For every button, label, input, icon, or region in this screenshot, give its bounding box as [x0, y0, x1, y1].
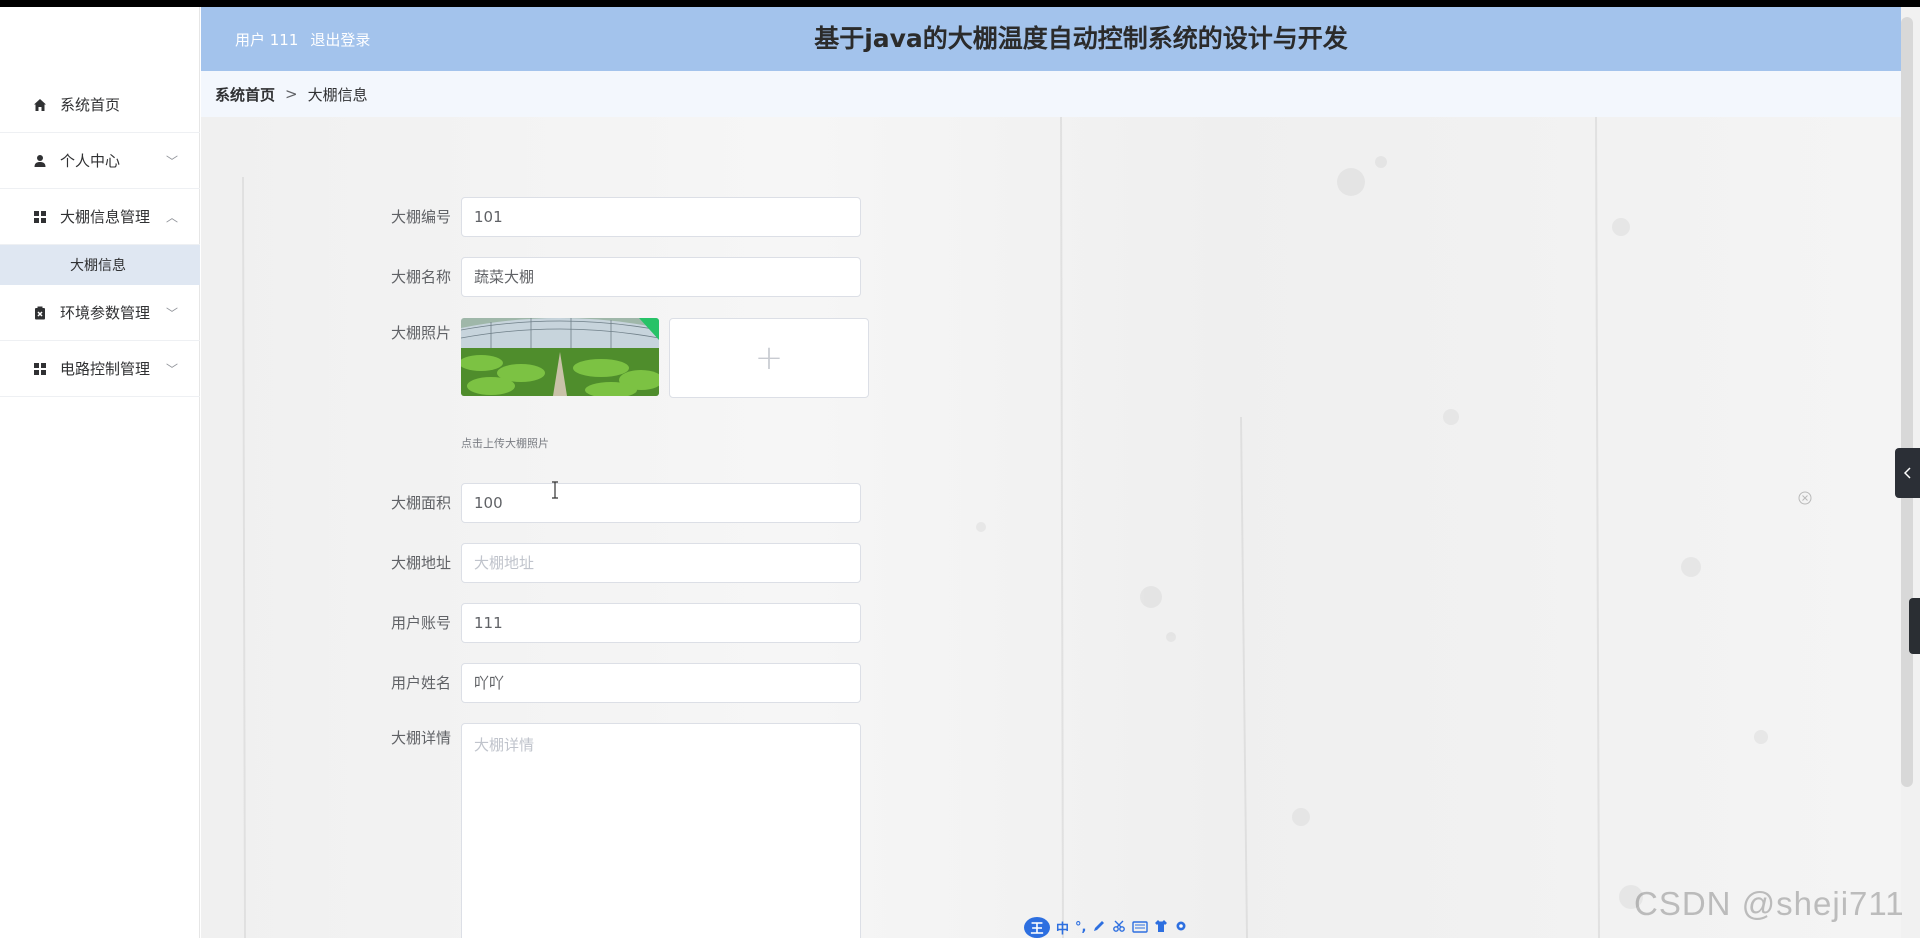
name-input[interactable]: 蔬菜大棚 — [461, 257, 861, 297]
sidebar: 系统首页 个人中心 ﹀ 大棚信息管理 ︿ 大棚信息 环境参数管理 ﹀ 电路控制管… — [0, 7, 200, 938]
gear-icon[interactable] — [1174, 918, 1188, 937]
sidebar-item-greenhouse-management[interactable]: 大棚信息管理 ︿ — [0, 189, 200, 245]
sidebar-item-label: 系统首页 — [60, 96, 121, 114]
grid-icon — [32, 361, 48, 377]
sidebar-item-env-params[interactable]: 环境参数管理 ﹀ — [0, 285, 200, 341]
sidebar-item-label: 电路控制管理 — [60, 360, 151, 378]
account-label: 用户账号 — [390, 614, 451, 632]
chevron-down-icon: ﹀ — [165, 362, 178, 376]
address-input[interactable]: 大棚地址 — [461, 543, 861, 583]
side-widget-icon[interactable] — [1909, 598, 1920, 654]
main-content: 大棚编号 101 大棚名称 蔬菜大棚 大棚照片 + 点击上传大棚照片 大棚面积 … — [201, 117, 1901, 938]
sidebar-subitem-label: 大棚信息 — [70, 258, 126, 274]
keyboard-icon[interactable] — [1132, 918, 1149, 937]
area-input[interactable]: 100 — [461, 483, 861, 523]
chevron-down-icon: ﹀ — [165, 306, 178, 320]
grid-icon — [32, 209, 48, 225]
close-circle-icon[interactable] — [1798, 490, 1812, 505]
greenhouse-photo-thumbnail[interactable] — [461, 318, 659, 396]
home-icon — [32, 97, 48, 113]
sidebar-item-label: 个人中心 — [60, 152, 121, 170]
breadcrumb-current: 大棚信息 — [307, 85, 368, 104]
watermark: CSDN @sheji711 — [1634, 885, 1905, 922]
plus-icon: + — [754, 338, 784, 378]
username-label: 用户姓名 — [390, 674, 451, 692]
chevron-up-icon: ︿ — [165, 210, 178, 224]
clipboard-icon — [32, 305, 48, 321]
pen-icon[interactable] — [1092, 918, 1106, 937]
number-input[interactable]: 101 — [461, 197, 861, 237]
user-icon — [32, 153, 48, 169]
greenhouse-form: 大棚编号 101 大棚名称 蔬菜大棚 大棚照片 + 点击上传大棚照片 大棚面积 … — [201, 117, 1901, 938]
sidebar-item-label: 环境参数管理 — [60, 304, 151, 322]
ime-logo-icon[interactable]: 王 — [1024, 917, 1050, 938]
collapse-tab-chevron-left-icon[interactable] — [1895, 448, 1920, 498]
shirt-icon[interactable] — [1154, 918, 1168, 937]
account-input[interactable]: 111 — [461, 603, 861, 643]
sidebar-item-profile[interactable]: 个人中心 ﹀ — [0, 133, 200, 189]
username-input[interactable]: 吖吖 — [461, 663, 861, 703]
sidebar-subitem-greenhouse-info[interactable]: 大棚信息 — [0, 245, 200, 285]
top-edge-bar — [0, 0, 1920, 7]
sidebar-item-circuit-control[interactable]: 电路控制管理 ﹀ — [0, 341, 200, 397]
chevron-down-icon: ﹀ — [165, 154, 178, 168]
breadcrumb: 系统首页 > 大棚信息 — [201, 71, 1901, 117]
name-label: 大棚名称 — [390, 268, 451, 286]
area-label: 大棚面积 — [390, 494, 451, 512]
ime-punct-button[interactable]: °, — [1075, 920, 1086, 935]
detail-textarea[interactable]: 大棚详情 — [461, 723, 861, 938]
ime-toolbar: 王 中 °, — [1024, 917, 1188, 938]
number-label: 大棚编号 — [390, 208, 451, 226]
sidebar-menu: 系统首页 个人中心 ﹀ 大棚信息管理 ︿ 大棚信息 环境参数管理 ﹀ 电路控制管… — [0, 77, 200, 397]
breadcrumb-home-link[interactable]: 系统首页 — [215, 84, 275, 105]
breadcrumb-separator: > — [285, 85, 298, 103]
detail-label: 大棚详情 — [390, 729, 451, 747]
photo-label: 大棚照片 — [390, 324, 451, 342]
top-header: 用户 111 退出登录 基于java的大棚温度自动控制系统的设计与开发 — [201, 7, 1901, 71]
scrollbar-thumb[interactable] — [1901, 17, 1913, 787]
address-label: 大棚地址 — [390, 554, 451, 572]
photo-upload-button[interactable]: + — [669, 318, 869, 398]
ime-mode-button[interactable]: 中 — [1056, 918, 1069, 937]
scissors-icon[interactable] — [1112, 918, 1126, 937]
upload-tip: 点击上传大棚照片 — [461, 437, 549, 450]
sidebar-item-label: 大棚信息管理 — [60, 208, 151, 226]
sidebar-item-home[interactable]: 系统首页 — [0, 77, 200, 133]
page-title: 基于java的大棚温度自动控制系统的设计与开发 — [814, 24, 1348, 53]
text-cursor-icon — [551, 481, 559, 503]
